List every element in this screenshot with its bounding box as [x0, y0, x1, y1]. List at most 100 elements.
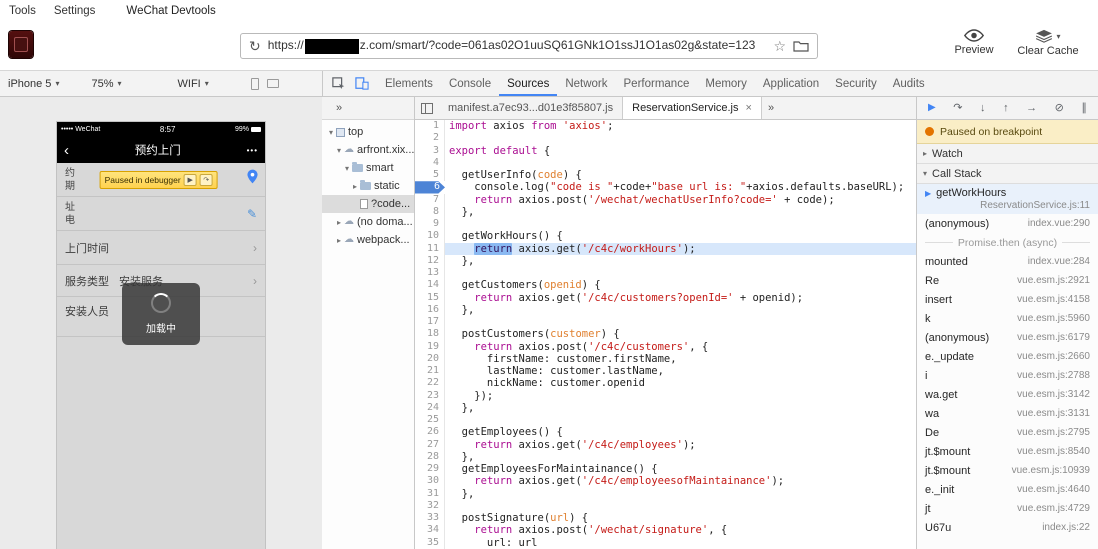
tab-console[interactable]: Console [441, 71, 499, 96]
deactivate-breakpoints-icon[interactable]: ⊘ [1055, 102, 1064, 114]
call-stack-frame-u67u[interactable]: U67u index.js:22 [917, 518, 1098, 537]
menu-tools[interactable]: Tools [0, 5, 45, 17]
frame-location[interactable]: index.js:22 [1042, 522, 1090, 533]
disclosure-arrow-icon[interactable]: ▸ [334, 218, 344, 227]
more-menu-icon[interactable]: ••• [247, 146, 258, 155]
tree-item-no-doma[interactable]: ▸ ☁ (no doma... [322, 213, 414, 231]
url-text[interactable]: https:// z.com/smart/?code=061as02O1uuSQ6… [268, 38, 767, 54]
breakpoint-marker[interactable]: 6 [415, 181, 445, 194]
call-stack-frame-mounted[interactable]: mounted index.vue:284 [917, 252, 1098, 271]
tab-elements[interactable]: Elements [377, 71, 441, 96]
call-stack-frame-i[interactable]: i vue.esm.js:2788 [917, 366, 1098, 385]
badge-step-over-button[interactable]: ↷ [199, 174, 213, 186]
save-folder-icon[interactable] [793, 40, 809, 52]
device-select[interactable]: iPhone 5 ▾ [8, 78, 59, 90]
line-number[interactable]: 7 [415, 193, 445, 206]
frame-location[interactable]: vue.esm.js:8540 [1017, 446, 1090, 457]
clear-cache-caret-icon[interactable]: ▾ [1056, 32, 1060, 41]
line-number[interactable]: 28 [415, 450, 445, 463]
line-number[interactable]: 22 [415, 377, 445, 390]
line-number[interactable]: 8 [415, 205, 445, 218]
call-stack-frame-de[interactable]: De vue.esm.js:2795 [917, 423, 1098, 442]
line-number[interactable]: 11 [415, 242, 445, 255]
url-bar[interactable]: ↻ https:// z.com/smart/?code=061as02O1uuS… [240, 33, 818, 59]
disclosure-arrow-icon[interactable]: ▸ [334, 236, 344, 245]
resume-script-icon[interactable]: ▶ [928, 103, 936, 113]
call-stack-frame-wa-get[interactable]: wa.get vue.esm.js:3142 [917, 385, 1098, 404]
preview-button[interactable]: Preview [946, 29, 1002, 56]
disclosure-arrow-icon[interactable]: ▸ [923, 149, 927, 158]
call-stack-frame-e-update[interactable]: e._update vue.esm.js:2660 [917, 347, 1098, 366]
zoom-select[interactable]: 75% ▾ [91, 78, 121, 90]
more-tabs-icon[interactable]: » [336, 102, 342, 114]
line-number[interactable]: 31 [415, 487, 445, 500]
editor-more-tabs-icon[interactable]: » [768, 102, 774, 114]
line-number[interactable]: 3 [415, 144, 445, 157]
line-number[interactable]: 34 [415, 524, 445, 537]
disclosure-arrow-icon[interactable]: ▸ [350, 182, 360, 191]
frame-location[interactable]: vue.esm.js:4640 [1017, 484, 1090, 495]
tree-item-top[interactable]: ▾ top [322, 123, 414, 141]
call-stack-section-header[interactable]: ▾ Call Stack [917, 164, 1098, 184]
code-text[interactable]: firstName: customer.firstName, [445, 353, 916, 365]
call-stack-frame-jt[interactable]: jt vue.esm.js:4729 [917, 499, 1098, 518]
code-text[interactable]: }, [445, 206, 916, 218]
inspect-element-icon[interactable] [332, 76, 346, 91]
call-stack-frame-insert[interactable]: insert vue.esm.js:4158 [917, 290, 1098, 309]
call-stack-frame-k[interactable]: k vue.esm.js:5960 [917, 309, 1098, 328]
line-number[interactable]: 1 [415, 120, 445, 133]
line-number[interactable]: 12 [415, 254, 445, 267]
tab-sources[interactable]: Sources [499, 71, 557, 96]
frame-location[interactable]: vue.esm.js:2921 [1017, 275, 1090, 286]
form-row-visit-time[interactable]: 上门时间 › [57, 231, 265, 265]
line-number[interactable]: 2 [415, 132, 445, 145]
line-number[interactable]: 19 [415, 340, 445, 353]
code-text[interactable] [445, 267, 916, 279]
tree-item-smart[interactable]: ▾ smart [322, 159, 414, 177]
code-text[interactable]: getWorkHours() { [445, 230, 916, 242]
call-stack-frame-jt-mount[interactable]: jt.$mount vue.esm.js:10939 [917, 461, 1098, 480]
code-text[interactable] [445, 316, 916, 328]
frame-location[interactable]: vue.esm.js:2660 [1017, 351, 1090, 362]
code-text[interactable]: lastName: customer.lastName, [445, 365, 916, 377]
frame-location[interactable]: vue.esm.js:5960 [1017, 313, 1090, 324]
disclosure-arrow-icon[interactable]: ▾ [342, 164, 352, 173]
call-stack-frame-e-init[interactable]: e._init vue.esm.js:4640 [917, 480, 1098, 499]
line-number[interactable]: 4 [415, 156, 445, 169]
line-number[interactable]: 23 [415, 389, 445, 402]
code-text[interactable]: url: url [445, 537, 916, 549]
line-number[interactable]: 18 [415, 328, 445, 341]
code-text[interactable]: getEmployees() { [445, 426, 916, 438]
line-number[interactable]: 5 [415, 169, 445, 182]
code-text[interactable] [445, 157, 916, 169]
code-text[interactable]: }, [445, 304, 916, 316]
form-row-contact[interactable]: 址 电 ✎ [57, 197, 265, 231]
code-text[interactable]: }, [445, 488, 916, 500]
tree-item-static[interactable]: ▸ static [322, 177, 414, 195]
code-text[interactable]: import axios from 'axios'; [445, 120, 916, 132]
step-out-icon[interactable]: ↑ [1003, 102, 1009, 114]
pause-on-exceptions-icon[interactable]: ∥ [1081, 102, 1087, 114]
tab-security[interactable]: Security [827, 71, 885, 96]
tab-application[interactable]: Application [755, 71, 827, 96]
frame-location[interactable]: index.vue:284 [1028, 256, 1090, 267]
line-number[interactable]: 20 [415, 352, 445, 365]
line-number[interactable]: 35 [415, 536, 445, 549]
tab-network[interactable]: Network [557, 71, 615, 96]
frame-location[interactable]: vue.esm.js:6179 [1017, 332, 1090, 343]
line-number[interactable]: 32 [415, 499, 445, 512]
line-number[interactable]: 17 [415, 316, 445, 329]
code-text[interactable]: getUserInfo(code) { [445, 169, 916, 181]
code-text[interactable]: postCustomers(customer) { [445, 328, 916, 340]
location-pin-icon[interactable] [247, 169, 258, 189]
line-number[interactable]: 21 [415, 365, 445, 378]
call-stack-frame-re[interactable]: Re vue.esm.js:2921 [917, 271, 1098, 290]
tab-audits[interactable]: Audits [885, 71, 933, 96]
line-number[interactable]: 25 [415, 414, 445, 427]
frame-location[interactable]: vue.esm.js:3142 [1017, 389, 1090, 400]
close-icon[interactable]: × [746, 102, 752, 114]
code-text[interactable]: }, [445, 451, 916, 463]
line-number[interactable]: 15 [415, 291, 445, 304]
step-icon[interactable]: → [1026, 102, 1037, 114]
code-text[interactable]: getEmployeesForMaintainance() { [445, 463, 916, 475]
